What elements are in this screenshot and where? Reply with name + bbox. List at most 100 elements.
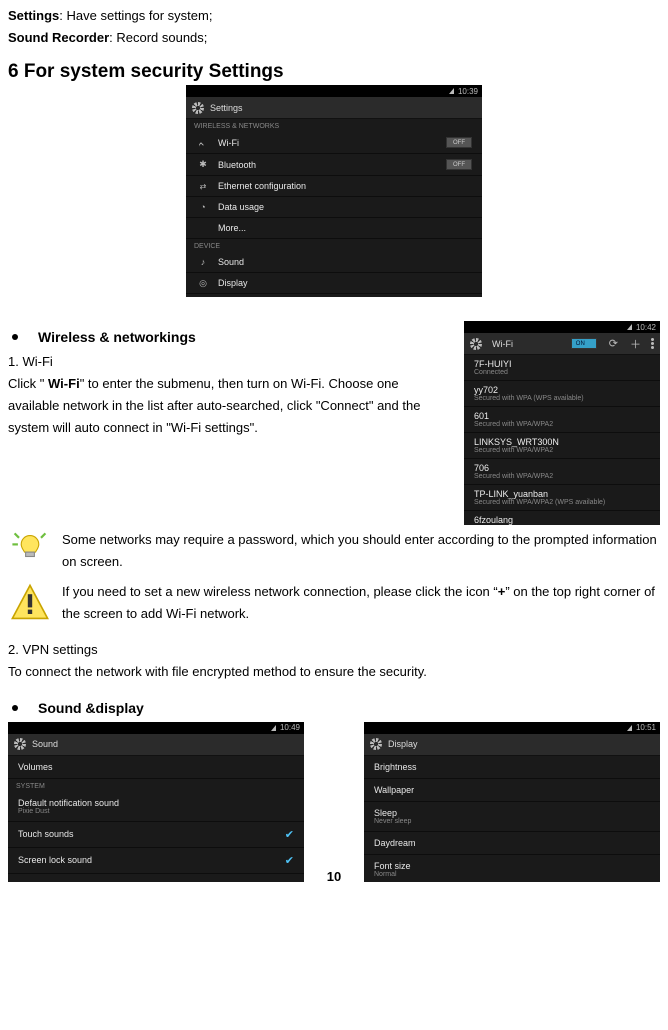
bluetooth-icon [196, 160, 210, 170]
refresh-icon[interactable]: ⟳ [609, 337, 618, 350]
row-wallpaper[interactable]: Wallpaper [364, 779, 660, 802]
bullet-icon [12, 705, 18, 711]
wifi-label: Wi-Fi [218, 138, 446, 148]
sound-label: Sound [218, 257, 472, 267]
status-bar-display: 10:51 [364, 722, 660, 734]
wifi-net-3[interactable]: LINKSYS_WRT300NSecured with WPA/WPA2 [464, 433, 660, 459]
tip-add-network: If you need to set a new wireless networ… [8, 581, 660, 625]
tip1-text: Some networks may require a password, wh… [62, 529, 660, 573]
wifi-sub1: 1. Wi-Fi [8, 351, 444, 373]
intro-recorder: Sound Recorder: Record sounds; [8, 28, 660, 48]
bluetooth-label: Bluetooth [218, 160, 446, 170]
overflow-menu-icon[interactable] [651, 338, 654, 349]
sound-title: Sound [32, 739, 58, 749]
row-font[interactable]: Font size Normal [364, 855, 660, 882]
section-heading-6: 6 For system security Settings [8, 61, 660, 83]
add-network-icon[interactable]: ＋ [630, 336, 641, 352]
wifi-header: Wi-Fi ON ⟳ ＋ [464, 333, 660, 355]
check-icon: ✔ [285, 854, 294, 867]
gear-icon [192, 102, 204, 114]
row-touch-sounds[interactable]: Touch sounds ✔ [8, 822, 304, 848]
page-number: 10 [327, 869, 341, 884]
settings-title: Settings [210, 103, 243, 113]
screenshot-settings: 10:39 Settings WIRELESS & NETWORKS Wi-Fi… [186, 85, 482, 297]
signal-icon [627, 324, 632, 330]
display-label: Display [218, 278, 472, 288]
settings-term: Settings [8, 8, 59, 23]
lightbulb-icon [8, 529, 52, 573]
blank-icon [196, 223, 210, 233]
wifi-net-0[interactable]: 7F-HUIYIConnected [464, 355, 660, 381]
gear-icon [470, 338, 482, 350]
row-bluetooth[interactable]: Bluetooth OFF [186, 154, 482, 176]
ethernet-label: Ethernet configuration [218, 181, 472, 191]
vpn-body: To connect the network with file encrypt… [8, 661, 660, 683]
vpn-sub: 2. VPN settings [8, 639, 660, 661]
section-system: SYSTEM [8, 779, 304, 792]
wifi-net-2[interactable]: 601Secured with WPA/WPA2 [464, 407, 660, 433]
bullet-wireless: Wireless & networkings [8, 329, 444, 345]
wifi-on-toggle[interactable]: ON [571, 338, 597, 349]
row-daydream[interactable]: Daydream [364, 832, 660, 855]
row-volumes[interactable]: Volumes [8, 756, 304, 779]
wifi-screen-title: Wi-Fi [492, 339, 567, 349]
data-usage-icon [196, 202, 210, 212]
tip-password: Some networks may require a password, wh… [8, 529, 660, 573]
row-brightness[interactable]: Brightness [364, 756, 660, 779]
wifi-toggle[interactable]: OFF [446, 137, 472, 148]
display-title: Display [388, 739, 418, 749]
status-time: 10:39 [458, 87, 478, 96]
bullet-sounddisplay: Sound &display [8, 700, 660, 716]
settings-desc: : Have settings for system; [59, 8, 212, 23]
signal-icon [271, 725, 276, 731]
row-wifi[interactable]: Wi-Fi OFF [186, 132, 482, 154]
ethernet-icon [196, 181, 210, 191]
row-storage[interactable]: Storage [186, 294, 482, 297]
signal-icon [627, 725, 632, 731]
wifi-net-1[interactable]: yy702Secured with WPA (WPS available) [464, 381, 660, 407]
wireless-heading: Wireless & networkings [38, 329, 196, 345]
section-wireless: WIRELESS & NETWORKS [186, 119, 482, 132]
screenshot-wifi: 10:42 Wi-Fi ON ⟳ ＋ 7F-HUIYIConnected yy7… [464, 321, 660, 525]
status-bar: 10:39 [186, 85, 482, 97]
bluetooth-toggle[interactable]: OFF [446, 159, 472, 170]
row-sleep[interactable]: Sleep Never sleep [364, 802, 660, 832]
display-icon [196, 278, 210, 288]
data-usage-label: Data usage [218, 202, 472, 212]
settings-header: Settings [186, 97, 482, 119]
recorder-desc: : Record sounds; [109, 30, 207, 45]
row-sound[interactable]: Sound [186, 252, 482, 273]
sound-icon [196, 257, 210, 267]
status-time-wifi: 10:42 [636, 323, 656, 332]
screenshot-display: 10:51 Display Brightness Wallpaper Sleep… [364, 722, 660, 882]
warning-icon [8, 581, 52, 625]
row-display[interactable]: Display [186, 273, 482, 294]
wifi-net-5[interactable]: TP-LINK_yuanbanSecured with WPA/WPA2 (WP… [464, 485, 660, 511]
row-notification[interactable]: Default notification sound Pixie Dust [8, 792, 304, 822]
row-more[interactable]: More... [186, 218, 482, 239]
status-bar-wifi: 10:42 [464, 321, 660, 333]
status-time-display: 10:51 [636, 723, 656, 732]
row-datausage[interactable]: Data usage [186, 197, 482, 218]
intro-settings: Settings: Have settings for system; [8, 6, 660, 26]
signal-icon [449, 88, 454, 94]
gear-icon [14, 738, 26, 750]
recorder-term: Sound Recorder [8, 30, 109, 45]
wifi-net-6[interactable]: 6fzoulangSecured with WPA/WPA2 [464, 511, 660, 525]
row-lock-sound[interactable]: Screen lock sound ✔ [8, 848, 304, 874]
wifi-net-4[interactable]: 706Secured with WPA/WPA2 [464, 459, 660, 485]
display-header: Display [364, 734, 660, 756]
screenshot-sound: 10:49 Sound Volumes SYSTEM Default notif… [8, 722, 304, 882]
more-label: More... [218, 223, 472, 233]
wifi-body: Click " Wi-Fi" to enter the submenu, the… [8, 373, 444, 439]
section-device: DEVICE [186, 239, 482, 252]
tip2-text: If you need to set a new wireless networ… [62, 581, 660, 625]
sound-display-heading: Sound &display [38, 700, 144, 716]
gear-icon [370, 738, 382, 750]
status-time-sound: 10:49 [280, 723, 300, 732]
check-icon: ✔ [285, 828, 294, 841]
sound-header: Sound [8, 734, 304, 756]
wifi-icon [196, 138, 210, 148]
row-ethernet[interactable]: Ethernet configuration [186, 176, 482, 197]
status-bar-sound: 10:49 [8, 722, 304, 734]
